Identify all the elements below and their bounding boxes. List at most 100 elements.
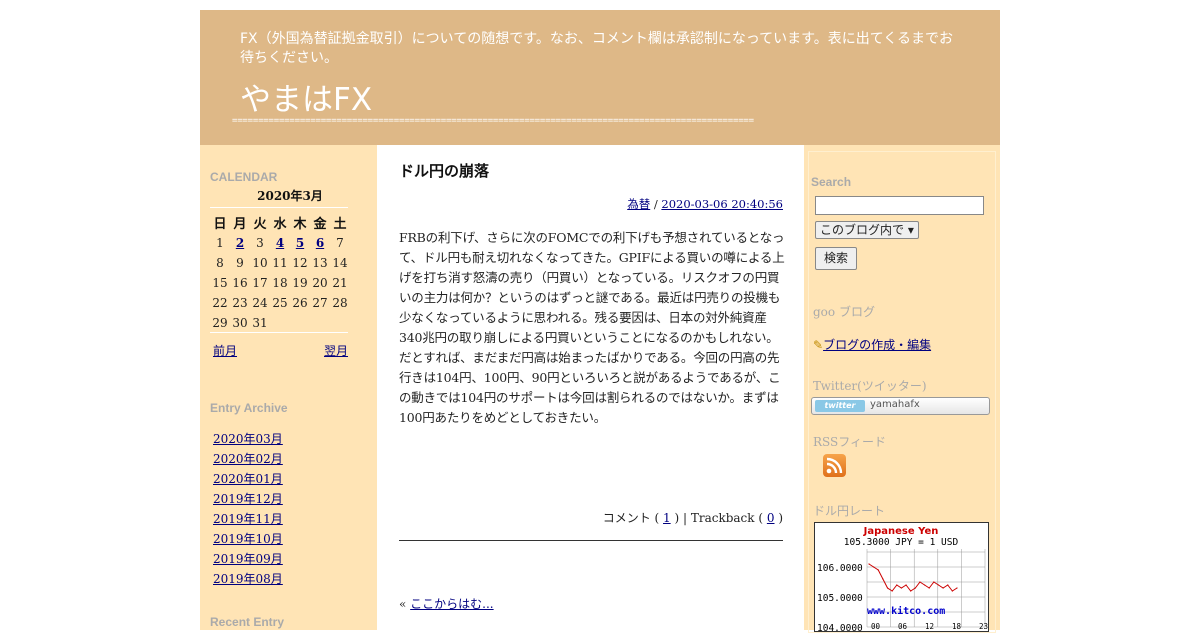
chart-point: [947, 584, 949, 586]
archive-link[interactable]: 2019年09月: [213, 550, 283, 567]
calendar-day: 18: [272, 276, 288, 290]
archive-link[interactable]: 2020年02月: [213, 450, 283, 467]
archive-heading: Entry Archive: [210, 401, 288, 415]
calendar-day: 1: [216, 236, 224, 250]
archive-link[interactable]: 2019年10月: [213, 530, 283, 547]
calendar-day: [310, 313, 330, 333]
post-category-link[interactable]: 為替: [627, 197, 650, 211]
calendar-day[interactable]: 4: [270, 233, 290, 253]
calendar-weekday: 日: [213, 216, 227, 232]
post-meta: 為替 / 2020-03-06 20:40:56: [627, 196, 783, 212]
rss-heading: RSSフィード: [813, 435, 887, 449]
chart-point: [914, 587, 916, 589]
search-button[interactable]: 検索: [815, 247, 857, 270]
chart-y-tick: 105.0000: [817, 593, 863, 604]
search-heading: Search: [811, 175, 852, 189]
calendar-day: 29: [212, 316, 228, 330]
close-paren: ): [774, 511, 783, 525]
calendar-weekday: 火: [253, 216, 267, 232]
archive-link[interactable]: 2020年01月: [213, 470, 283, 487]
calendar-day: 30: [232, 316, 248, 330]
calendar-day: 16: [232, 276, 248, 290]
calendar-weekday: 木: [293, 216, 307, 232]
calendar-day-link[interactable]: 4: [276, 236, 284, 250]
calendar-day: 20: [312, 276, 328, 290]
calendar-day: 24: [252, 296, 268, 310]
chart-point: [923, 584, 926, 586]
rss-icon[interactable]: [823, 454, 846, 477]
archive-link[interactable]: 2019年11月: [213, 510, 283, 527]
calendar-day-link[interactable]: 6: [316, 236, 324, 250]
calendar-day: 19: [292, 276, 308, 290]
twitter-badge[interactable]: twitter yamahafx: [811, 397, 990, 415]
search-scope-select[interactable]: このブログ内で ▾: [815, 221, 919, 239]
calendar-weekday: 月: [233, 216, 247, 232]
chart-svg: Japanese Yen105.3000 JPY = 1 USD 106.0000…: [817, 526, 988, 631]
search-scope-value: このブログ内で: [820, 223, 905, 237]
prev-prefix: «: [399, 597, 411, 611]
chart-point: [900, 587, 903, 589]
calendar-table: 日月火水木金土 1 2 3 4 5 6 7 8 9 10 11 12 13 14 15 16 17 18 19 20 2…: [210, 211, 350, 333]
calendar-day: 14: [332, 256, 348, 270]
right-sidebar: Search このブログ内で ▾ 検索 goo ブログ ✎ブログの作成・編集 T…: [804, 145, 1000, 633]
calendar-day-link[interactable]: 5: [296, 236, 304, 250]
calendar-day: 17: [252, 276, 268, 290]
calendar-day[interactable]: 2: [230, 233, 250, 253]
calendar-day: [330, 313, 350, 333]
calendar-day[interactable]: 5: [290, 233, 310, 253]
calendar-day: 8: [216, 256, 224, 270]
calendar-day: 11: [272, 256, 288, 270]
calendar-heading: CALENDAR: [210, 170, 278, 184]
chart-point: [928, 587, 930, 589]
calendar-day: [290, 313, 310, 333]
archive-link[interactable]: 2019年12月: [213, 490, 283, 507]
recent-entry-heading: Recent Entry: [210, 615, 285, 629]
goo-edit-link[interactable]: ブログの作成・編集: [823, 338, 931, 352]
usd-jpy-chart: Japanese Yen 105.3000 JPY = 1 USD 106.0000…: [814, 522, 989, 632]
calendar-day: 12: [292, 256, 308, 270]
calendar-prev-month-link[interactable]: 前月: [213, 342, 237, 359]
calendar-month: 2020年3月: [257, 189, 323, 203]
post-permalink[interactable]: 2020-03-06 20:40:56: [661, 197, 783, 211]
header-separator: ========================================…: [232, 116, 754, 126]
search-input[interactable]: [815, 196, 984, 215]
calendar-day: 27: [312, 296, 328, 310]
calendar-day: 3: [256, 236, 264, 250]
calendar-day: 31: [252, 316, 268, 330]
comment-count-link[interactable]: 1: [663, 511, 671, 525]
previous-post-nav: « ここからはむ...: [399, 595, 494, 612]
calendar-divider: [210, 207, 348, 208]
chart-y-tick: 106.0000: [817, 563, 863, 574]
calendar-day-link[interactable]: 2: [236, 236, 244, 250]
blog-header: FX（外国為替証拠金取引）についての随想です。なお、コメント欄は承認制になってい…: [200, 10, 1000, 145]
calendar-day: 13: [312, 256, 328, 270]
chart-point: [942, 587, 944, 589]
calendar-day[interactable]: 6: [310, 233, 330, 253]
calendar-day: 7: [336, 236, 344, 250]
calendar-next-month-link[interactable]: 翌月: [324, 342, 348, 359]
post-divider: [399, 540, 783, 541]
blog-description: FX（外国為替証拠金取引）についての随想です。なお、コメント欄は承認制になってい…: [240, 31, 954, 66]
twitter-username: yamahafx: [870, 399, 920, 410]
goo-edit-row: ✎ブログの作成・編集: [813, 336, 931, 353]
left-sidebar: CALENDAR 2020年3月 日月火水木金土 1 2 3 4 5 6 7 8 9 10 11 12…: [200, 145, 377, 630]
main-content: ドル円の崩落 為替 / 2020-03-06 20:40:56 FRBの利下げ、…: [377, 145, 804, 630]
trackback-count-link[interactable]: 0: [767, 511, 775, 525]
post-footer: コメント ( 1 ) | Trackback ( 0 ): [603, 509, 783, 526]
chart-point: [956, 587, 958, 589]
previous-post-link[interactable]: ここからはむ...: [410, 597, 493, 611]
archive-link[interactable]: 2019年08月: [213, 570, 283, 587]
chart-point: [919, 581, 921, 583]
goo-blog-heading: goo ブログ: [813, 305, 875, 319]
blog-title[interactable]: やまはFX: [240, 74, 372, 119]
chevron-down-icon: ▾: [907, 223, 914, 237]
calendar-weekday: 土: [333, 216, 347, 232]
twitter-heading: Twitter(ツイッター): [813, 379, 927, 393]
page-wrapper: FX（外国為替証拠金取引）についての随想です。なお、コメント欄は承認制になってい…: [200, 10, 1000, 633]
trackback-label: ) | Trackback (: [670, 511, 767, 525]
chart-point: [910, 590, 912, 592]
right-sidebar-inner: Search このブログ内で ▾ 検索 goo ブログ ✎ブログの作成・編集 T…: [808, 151, 996, 633]
chart-subtitle: 105.3000 JPY = 1 USD: [844, 537, 959, 548]
archive-link[interactable]: 2020年03月: [213, 430, 283, 447]
calendar-divider: [210, 332, 348, 333]
